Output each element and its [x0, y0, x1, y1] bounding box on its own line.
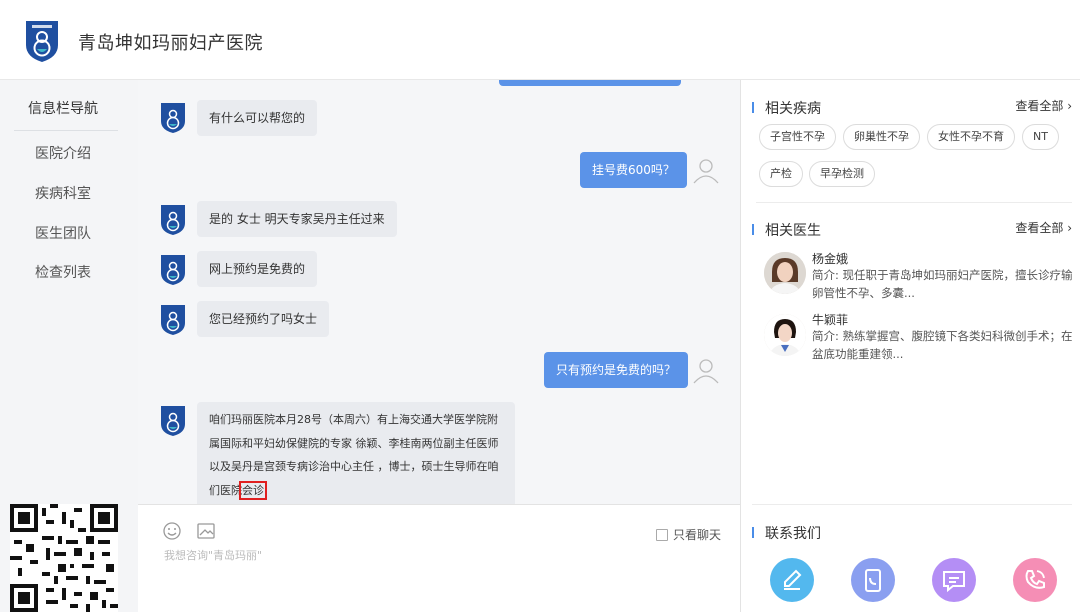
nav-divider	[14, 130, 118, 131]
image-upload-icon[interactable]	[196, 521, 216, 541]
related-doctors-title: 相关医生	[752, 220, 821, 240]
message-bubble-partial	[499, 80, 681, 86]
disease-tag[interactable]: NT	[1022, 124, 1059, 150]
contact-phone-card-button[interactable]	[851, 558, 895, 602]
pencil-icon	[770, 558, 814, 602]
disease-tag[interactable]: 产检	[759, 161, 803, 187]
user-avatar-icon	[693, 159, 719, 184]
nav-item-doctor-team[interactable]: 医生团队	[0, 223, 126, 243]
message-bubble-user: 只有预约是免费的吗？	[544, 352, 689, 388]
contact-write-button[interactable]	[770, 558, 814, 602]
emoji-icon[interactable]	[162, 521, 182, 541]
header: 青岛坤如玛丽妇产医院	[0, 0, 1080, 80]
message-icon	[932, 558, 976, 602]
only-chat-label: 只看聊天	[673, 528, 722, 542]
doctor-name[interactable]: 杨金娥	[812, 250, 848, 267]
message-input-area[interactable]: 我想咨询"青岛玛丽" 只看聊天	[138, 504, 741, 612]
message-bubble: 是的 女士 明天专家吴丹主任过来	[197, 201, 397, 237]
doctor-intro: 简介: 熟练掌握宫、腹腔镜下各类妇科微创手术；在盆底功能重建领...	[812, 329, 1073, 361]
hospital-avatar-icon	[161, 205, 185, 235]
message-bubble-long: 咱们玛丽医院本月28号（本周六）有上海交通大学医学院附属国际和平妇幼保健院的专家…	[197, 402, 515, 504]
contact-call-button[interactable]	[1013, 558, 1057, 602]
doctor-intro: 简介: 现任职于青岛坤如玛丽妇产医院，擅长诊疗输卵管性不孕、多囊...	[812, 268, 1073, 300]
disease-tag[interactable]: 卵巢性不孕	[843, 124, 920, 150]
hospital-avatar-icon	[161, 406, 185, 436]
nav-item-exam-list[interactable]: 检查列表	[0, 262, 126, 282]
doctors-view-all-link[interactable]: 查看全部 ›	[1015, 219, 1072, 236]
contact-message-button[interactable]	[932, 558, 976, 602]
phone-card-icon	[851, 558, 895, 602]
message-bubble: 您已经预约了吗女士	[197, 301, 330, 337]
hospital-name: 青岛坤如玛丽妇产医院	[78, 33, 263, 54]
message-bubble: 网上预约是免费的	[197, 251, 318, 287]
section-divider	[756, 202, 1072, 203]
nav-item-hospital-intro[interactable]: 医院介绍	[0, 143, 126, 163]
hospital-avatar-icon	[161, 255, 185, 285]
hospital-logo[interactable]	[24, 19, 60, 63]
nav-item-departments[interactable]: 疾病科室	[0, 183, 126, 203]
info-nav: 信息栏导航 医院介绍 疾病科室 医生团队 检查列表	[0, 80, 138, 612]
diseases-view-all-link[interactable]: 查看全部 ›	[1015, 97, 1072, 114]
disease-tag[interactable]: 女性不孕不育	[927, 124, 1015, 150]
doctor-name[interactable]: 牛颖菲	[812, 311, 848, 328]
message-bubble-user: 挂号费600吗？	[580, 152, 687, 188]
nav-title: 信息栏导航	[28, 101, 98, 117]
chat-history[interactable]: 有什么可以帮您的 挂号费600吗？ 是的 女士 明天专家吴丹主任过来 网上预约是…	[138, 80, 741, 504]
contact-us-title: 联系我们	[752, 523, 821, 543]
message-bubble: 有什么可以帮您的	[197, 100, 318, 136]
hospital-avatar-icon	[161, 305, 185, 335]
info-sidebar: 相关疾病 查看全部 › 子宫性不孕 卵巢性不孕 女性不孕不育 NT 产检 早孕检…	[742, 80, 1080, 612]
qr-code	[10, 504, 118, 612]
doctor-photo[interactable]	[764, 314, 806, 356]
section-divider	[752, 504, 1072, 505]
only-chat-toggle[interactable]: 只看聊天	[656, 526, 721, 543]
user-avatar-icon	[693, 359, 719, 384]
only-chat-checkbox[interactable]	[656, 528, 668, 541]
highlighted-text: 会诊	[239, 480, 267, 500]
disease-tag[interactable]: 早孕检测	[809, 161, 875, 187]
related-diseases-title: 相关疾病	[752, 98, 821, 118]
hospital-avatar-icon	[161, 103, 185, 133]
doctor-photo[interactable]	[764, 252, 806, 294]
call-icon	[1013, 558, 1057, 602]
message-input[interactable]: 我想咨询"青岛玛丽"	[164, 547, 262, 563]
disease-tag[interactable]: 子宫性不孕	[759, 124, 836, 150]
